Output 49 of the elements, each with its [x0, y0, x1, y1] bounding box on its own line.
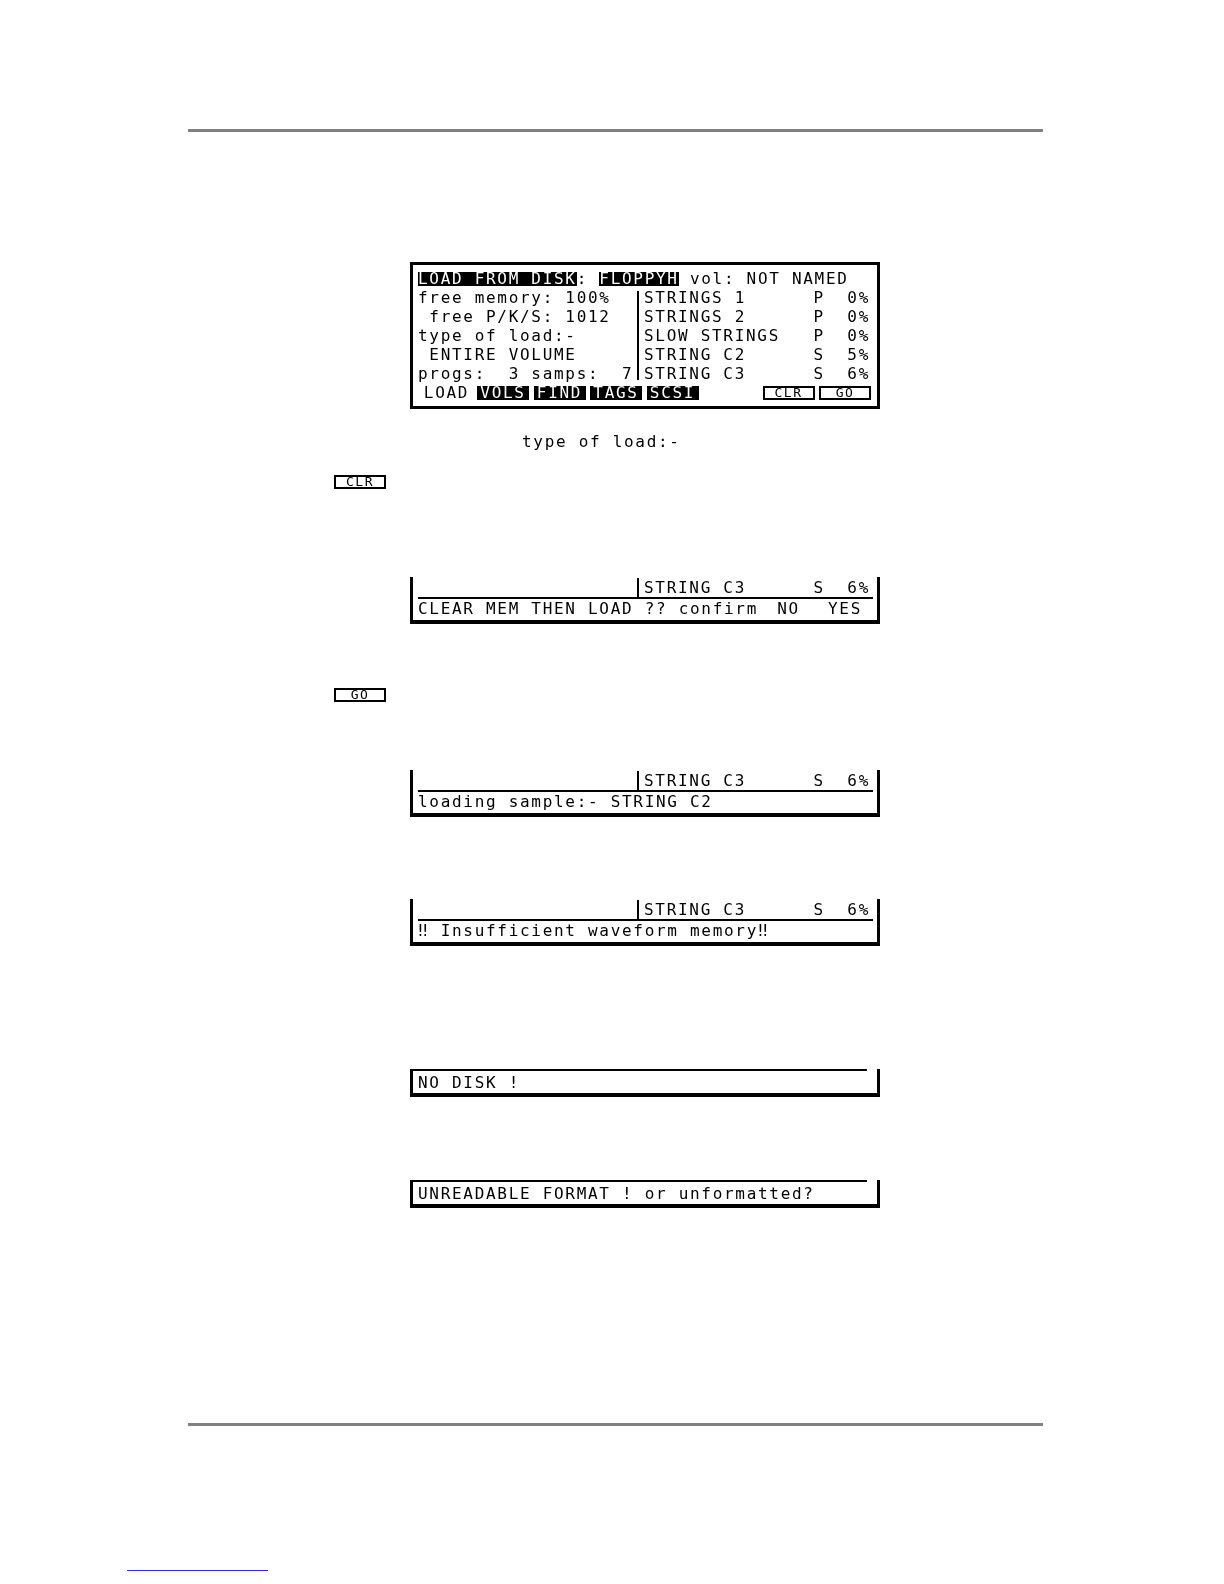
item-type: P — [813, 288, 825, 307]
item-size: 6% — [846, 771, 870, 790]
item-size: 0% — [846, 326, 870, 345]
item-name: STRING C3 — [644, 578, 747, 597]
item-name: STRINGS 2 — [644, 307, 747, 326]
confirm-prompt: CLEAR MEM THEN LOAD ?? confirm — [418, 599, 758, 618]
info-text: ENTIRE VOLUME — [428, 345, 578, 364]
item-size: 6% — [846, 364, 870, 383]
page-tab[interactable]: FIND — [533, 385, 586, 400]
item-type: S — [813, 771, 825, 790]
item-type: S — [813, 900, 825, 919]
page-tab[interactable]: SCSI — [646, 385, 699, 400]
item-size: 6% — [846, 900, 870, 919]
item-size: 5% — [846, 345, 870, 364]
info-text: progs: 3 samps: 7 — [418, 364, 633, 383]
title-separator: : — [576, 269, 588, 288]
item-type: S — [813, 578, 825, 597]
status-message: NO DISK ! — [418, 1073, 521, 1092]
status-message: loading sample:- STRING C2 — [418, 792, 713, 811]
option-key[interactable]: NO — [762, 599, 815, 618]
info-text: type of load:- — [418, 326, 578, 345]
item-name: STRING C3 — [644, 900, 747, 919]
item-type: S — [813, 345, 825, 364]
caption-text: type of load:- — [522, 432, 681, 451]
volume-label: vol: NOT NAMED — [689, 269, 849, 288]
item-name: STRING C3 — [644, 771, 747, 790]
screen-title: LOAD FROM DISK — [418, 271, 577, 286]
page-tab[interactable]: TAGS — [590, 385, 642, 400]
item-type: S — [813, 364, 825, 383]
item-name: STRINGS 1 — [644, 288, 747, 307]
drive-name: FLOPPYH — [599, 271, 679, 286]
item-size: 0% — [846, 288, 870, 307]
option-key[interactable]: YES — [819, 599, 871, 618]
soft-key[interactable]: CLR — [762, 385, 815, 400]
soft-key[interactable]: GO — [819, 385, 871, 400]
item-type: P — [813, 326, 825, 345]
status-message: UNREADABLE FORMAT ! or unformatted? — [418, 1184, 816, 1203]
info-text: free P/K/S: 1012 — [428, 307, 612, 326]
item-size: 0% — [846, 307, 870, 326]
item-name: SLOW STRINGS — [644, 326, 781, 345]
item-name: STRING C2 — [644, 345, 747, 364]
key-symbol: CLR — [334, 475, 386, 489]
key-symbol: GO — [334, 688, 386, 702]
page-tab[interactable]: VOLS — [477, 385, 529, 400]
status-message: ‼ Insufficient waveform memory‼ — [418, 921, 770, 940]
info-text: free memory: 100% — [418, 288, 612, 307]
item-name: STRING C3 — [644, 364, 747, 383]
item-size: 6% — [846, 578, 870, 597]
item-type: P — [813, 307, 825, 326]
